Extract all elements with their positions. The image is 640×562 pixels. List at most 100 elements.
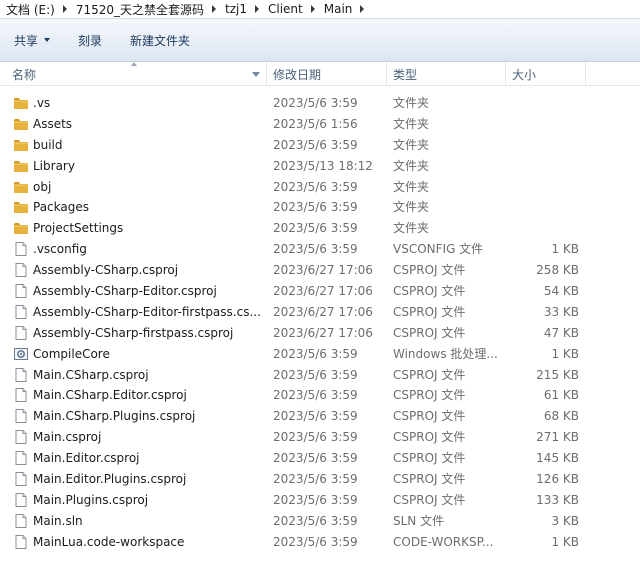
column-header-date[interactable]: 修改日期: [267, 62, 387, 86]
breadcrumb-separator-icon[interactable]: [310, 5, 315, 13]
file-size: 1 KB: [551, 242, 579, 257]
file-row[interactable]: Packages 2023/5/6 3:59 文件夹: [0, 197, 640, 218]
file-size: [506, 197, 579, 218]
file-icon: [13, 492, 29, 508]
sort-ascending-icon: [131, 62, 137, 66]
file-size: 47 KB: [543, 325, 579, 340]
breadcrumb-client[interactable]: Client: [268, 2, 303, 16]
file-size: 1 KB: [551, 534, 579, 549]
file-row[interactable]: Assembly-CSharp-firstpass.csproj 2023/6/2…: [0, 323, 640, 344]
file-name: build: [33, 137, 63, 152]
file-name: Assembly-CSharp.csproj: [33, 263, 179, 278]
share-button[interactable]: 共享: [14, 32, 51, 49]
breadcrumb-drive[interactable]: 文档 (E:): [6, 1, 55, 18]
file-row[interactable]: Assembly-CSharp.csproj 2023/6/27 17:06 CSP…: [0, 260, 640, 281]
new-folder-button[interactable]: 新建文件夹: [130, 32, 190, 49]
breadcrumb-tzj1[interactable]: tzj1: [225, 2, 247, 16]
folder-icon: [14, 160, 28, 172]
file-row[interactable]: .vsconfig 2023/5/6 3:59 VSCONFIG 文件 1 KB: [0, 239, 640, 260]
breadcrumb-separator-icon[interactable]: [62, 5, 67, 13]
burn-button[interactable]: 刻录: [78, 32, 102, 49]
chevron-down-icon[interactable]: [252, 72, 260, 77]
file-name: Main.Plugins.csproj: [33, 492, 149, 507]
file-type: 文件夹: [393, 96, 430, 110]
file-type: CSPROJ 文件: [393, 430, 466, 445]
file-type: CSPROJ 文件: [393, 304, 466, 319]
breadcrumb-separator-icon[interactable]: [212, 5, 216, 13]
file-icon: [15, 472, 27, 487]
breadcrumb-separator-icon[interactable]: [254, 5, 259, 13]
column-header-name[interactable]: 名称: [0, 62, 267, 86]
file-icon: [13, 325, 29, 341]
column-header-name-label: 名称: [12, 67, 37, 82]
file-type: SLN 文件: [393, 513, 445, 528]
file-date: 2023/6/27 17:06: [273, 325, 373, 340]
file-row[interactable]: build 2023/5/6 3:59 文件夹: [0, 135, 640, 156]
file-row[interactable]: Main.csproj 2023/5/6 3:59 CSPROJ 文件 271 KB: [0, 427, 640, 448]
file-icon: [15, 451, 27, 466]
file-name: obj: [33, 179, 52, 194]
folder-icon: [13, 220, 29, 236]
file-row[interactable]: Main.Editor.Plugins.csproj 2023/5/6 3:59 C…: [0, 469, 640, 490]
file-size: 215 KB: [536, 367, 579, 382]
file-icon: [13, 534, 29, 550]
folder-icon: [13, 179, 29, 195]
file-name: Main.sln: [33, 513, 83, 528]
chevron-down-icon: [44, 38, 51, 42]
file-row[interactable]: CompileCore 2023/5/6 3:59 Windows 批处理... 1 …: [0, 344, 640, 365]
file-type: CODE-WORKSP...: [393, 534, 494, 549]
file-name: Assembly-CSharp-Editor.csproj: [33, 284, 217, 299]
file-row[interactable]: Assembly-CSharp-Editor-firstpass.cs... 20…: [0, 302, 640, 323]
file-name: Main.Editor.Plugins.csproj: [33, 472, 187, 487]
breadcrumb-project[interactable]: 71520_天之禁全套源码: [76, 1, 204, 18]
file-size: 145 KB: [536, 451, 579, 466]
file-icon: [13, 408, 29, 424]
file-date: 2023/5/6 3:59: [273, 534, 358, 549]
file-row[interactable]: Main.Plugins.csproj 2023/5/6 3:59 CSPROJ 文…: [0, 490, 640, 511]
file-type: 文件夹: [393, 158, 430, 173]
file-row[interactable]: Assets 2023/5/6 1:56 文件夹: [0, 114, 640, 135]
file-type: 文件夹: [393, 200, 430, 215]
folder-icon: [14, 181, 28, 193]
file-size: [506, 114, 579, 135]
folder-icon: [13, 116, 29, 132]
file-name: Assembly-CSharp-firstpass.csproj: [33, 325, 234, 340]
file-type: CSPROJ 文件: [393, 409, 466, 424]
file-type: CSPROJ 文件: [393, 325, 466, 340]
file-row[interactable]: Main.CSharp.csproj 2023/5/6 3:59 CSPROJ 文件…: [0, 365, 640, 386]
file-name: ProjectSettings: [33, 221, 124, 236]
file-name: Main.CSharp.csproj: [33, 367, 149, 382]
file-row[interactable]: Library 2023/5/13 18:12 文件夹: [0, 156, 640, 177]
folder-icon: [14, 202, 28, 214]
file-row[interactable]: obj 2023/5/6 3:59 文件夹: [0, 177, 640, 198]
file-row[interactable]: Main.CSharp.Editor.csproj 2023/5/6 3:59 CS…: [0, 385, 640, 406]
file-row[interactable]: MainLua.code-workspace 2023/5/6 3:59 CODE-…: [0, 532, 640, 553]
address-bar[interactable]: 文档 (E:) 71520_天之禁全套源码 tzj1 Client Main: [0, 0, 640, 19]
column-header-date-label: 修改日期: [273, 67, 322, 82]
file-row[interactable]: Main.CSharp.Plugins.csproj 2023/5/6 3:59 C…: [0, 406, 640, 427]
file-size: [506, 135, 579, 156]
file-row[interactable]: Main.Editor.csproj 2023/5/6 3:59 CSPROJ 文件…: [0, 448, 640, 469]
file-row[interactable]: .vs 2023/5/6 3:59 文件夹: [0, 93, 640, 114]
file-row[interactable]: ProjectSettings 2023/5/6 3:59 文件夹: [0, 218, 640, 239]
file-size: 61 KB: [543, 388, 579, 403]
file-list: .vs 2023/5/6 3:59 文件夹 Assets 2023/5/6 1:56 文件…: [0, 93, 640, 553]
file-type: CSPROJ 文件: [393, 263, 466, 278]
file-icon: [15, 367, 27, 382]
file-date: 2023/5/6 3:59: [273, 137, 358, 152]
file-row[interactable]: Main.sln 2023/5/6 3:59 SLN 文件 3 KB: [0, 511, 640, 532]
file-date: 2023/5/6 3:59: [273, 492, 358, 507]
file-date: 2023/5/6 1:56: [273, 116, 358, 131]
file-icon: [15, 513, 27, 528]
file-type: 文件夹: [393, 137, 430, 152]
file-icon: [15, 284, 27, 299]
breadcrumb-main[interactable]: Main: [324, 2, 353, 16]
file-date: 2023/5/6 3:59: [273, 472, 358, 487]
column-header-size[interactable]: 大小: [506, 62, 586, 86]
file-type: VSCONFIG 文件: [393, 242, 484, 257]
file-row[interactable]: Assembly-CSharp-Editor.csproj 2023/6/27 1…: [0, 281, 640, 302]
column-header-type-label: 类型: [393, 67, 418, 82]
column-header-type[interactable]: 类型: [387, 62, 506, 86]
file-icon: [13, 387, 29, 403]
breadcrumb-separator-icon[interactable]: [360, 5, 365, 13]
